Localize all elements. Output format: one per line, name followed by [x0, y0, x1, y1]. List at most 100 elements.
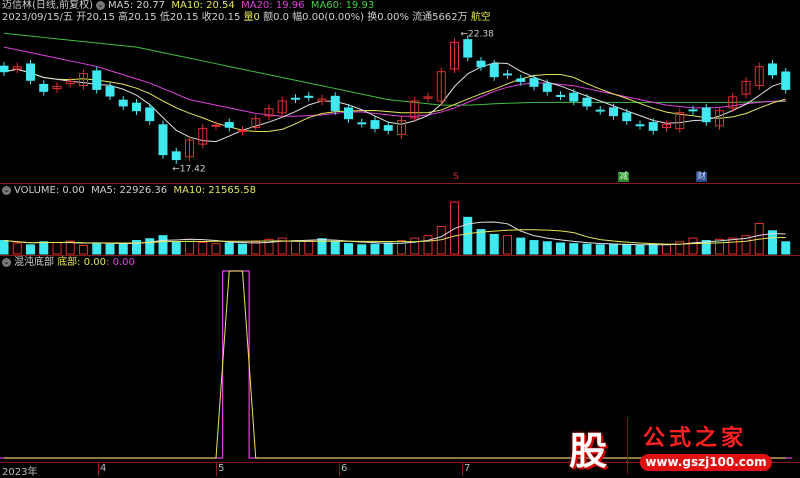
candle-body — [132, 102, 141, 112]
candle-body — [92, 70, 102, 90]
candle-body — [556, 94, 565, 97]
volume-bar — [0, 240, 9, 255]
axis-tick — [216, 462, 217, 476]
volume-bar — [529, 240, 539, 255]
volume-bar — [463, 216, 473, 255]
volume-bar — [662, 244, 671, 255]
candlestick-chart[interactable]: ←22.38 ←17.42 — [0, 0, 800, 183]
volume-bar — [26, 244, 35, 255]
volume-bar — [489, 233, 499, 255]
candle-body — [171, 151, 181, 161]
volume-bar — [410, 237, 420, 255]
axis-label: 5 — [218, 463, 225, 474]
volume-bar — [569, 243, 579, 255]
volume-bar — [12, 242, 22, 255]
volume-bar — [198, 241, 208, 255]
volume-bar — [92, 243, 102, 255]
divider — [627, 418, 628, 474]
volume-bar — [609, 243, 618, 255]
volume-title: VOLUME: 0.00 — [14, 185, 85, 196]
candle-body — [118, 99, 128, 107]
volume-bar — [118, 242, 128, 255]
volume-bar — [52, 241, 62, 255]
volume-bar — [238, 243, 247, 255]
candle-body — [39, 83, 49, 92]
candle-body — [569, 92, 579, 102]
axis-label: 7 — [464, 463, 471, 474]
candle-body — [145, 107, 155, 122]
indicator-label: 底部: 0.00 — [57, 257, 107, 268]
candle-body — [582, 97, 592, 107]
indicator-title: 混沌底部 — [14, 257, 54, 268]
volume-ma10: MA10: 21565.58 — [173, 185, 256, 196]
volume-bar — [370, 243, 380, 255]
candle-body — [529, 78, 539, 87]
volume-bar — [648, 243, 658, 255]
candle-body — [463, 39, 473, 58]
candle-body — [595, 109, 605, 112]
volume-bar — [291, 240, 300, 255]
finance-marker[interactable]: 财 — [696, 172, 708, 182]
candle-body — [158, 124, 168, 156]
candle-body — [635, 124, 645, 127]
candle-body — [383, 125, 393, 131]
candle-body — [688, 109, 698, 112]
indicator-value2: : 0.00 — [106, 257, 135, 268]
volume-bar — [211, 243, 221, 255]
candle-body — [291, 97, 300, 100]
volume-bar — [304, 240, 314, 255]
axis-tick — [98, 462, 99, 476]
axis-tick — [462, 462, 463, 476]
volume-bar — [344, 243, 353, 255]
volume-chart[interactable] — [0, 196, 800, 256]
volume-bar — [622, 244, 632, 255]
axis-tick — [339, 462, 340, 476]
candle-body — [0, 65, 9, 73]
candle-body — [609, 107, 618, 117]
watermark-logo: 股 公式之家 www.gszj100.com — [555, 418, 800, 476]
candle-body — [370, 120, 380, 129]
volume-bar — [582, 243, 592, 255]
divider — [0, 183, 800, 184]
max-price-label: ←22.38 — [461, 29, 495, 39]
candle-body — [503, 73, 512, 76]
volume-ma5: MA5: 22926.36 — [91, 185, 168, 196]
axis-label: 6 — [341, 463, 348, 474]
watermark-name: 公式之家 — [643, 426, 748, 451]
watermark-url: www.gszj100.com — [640, 454, 772, 471]
candle-body — [105, 86, 115, 97]
candle-body — [768, 63, 777, 76]
s-marker[interactable]: S — [452, 172, 460, 182]
volume-bar — [251, 241, 261, 255]
volume-bar — [516, 237, 526, 255]
candle-body — [648, 122, 658, 131]
candle-body — [781, 71, 791, 90]
watermark-char: 股 — [568, 429, 607, 473]
volume-bar — [264, 238, 274, 255]
reduce-marker[interactable]: 减 — [618, 172, 630, 182]
volume-bar — [158, 235, 168, 255]
volume-bar — [556, 242, 565, 255]
volume-bar — [542, 241, 552, 255]
candle-body — [304, 95, 314, 98]
volume-bar — [224, 242, 234, 255]
volume-bar — [330, 241, 340, 255]
candle-body — [476, 60, 486, 68]
volume-bar — [79, 244, 88, 255]
divider — [0, 255, 800, 256]
candle-body — [26, 63, 35, 81]
candle-body — [516, 78, 526, 82]
axis-label: 4 — [100, 463, 107, 474]
volume-ma10-line — [3, 229, 786, 245]
chevron-down-icon[interactable]: ⌄ — [2, 257, 11, 267]
volume-bar — [383, 242, 393, 255]
volume-bar — [476, 229, 486, 255]
ma60-line — [3, 32, 786, 106]
volume-bar — [503, 235, 512, 255]
min-price-label: ←17.42 — [172, 165, 205, 175]
chevron-down-icon[interactable]: ⌄ — [2, 185, 11, 195]
volume-bar — [357, 244, 367, 255]
candle-body — [701, 107, 711, 123]
volume-bar — [145, 238, 155, 255]
volume-bar — [635, 244, 645, 255]
